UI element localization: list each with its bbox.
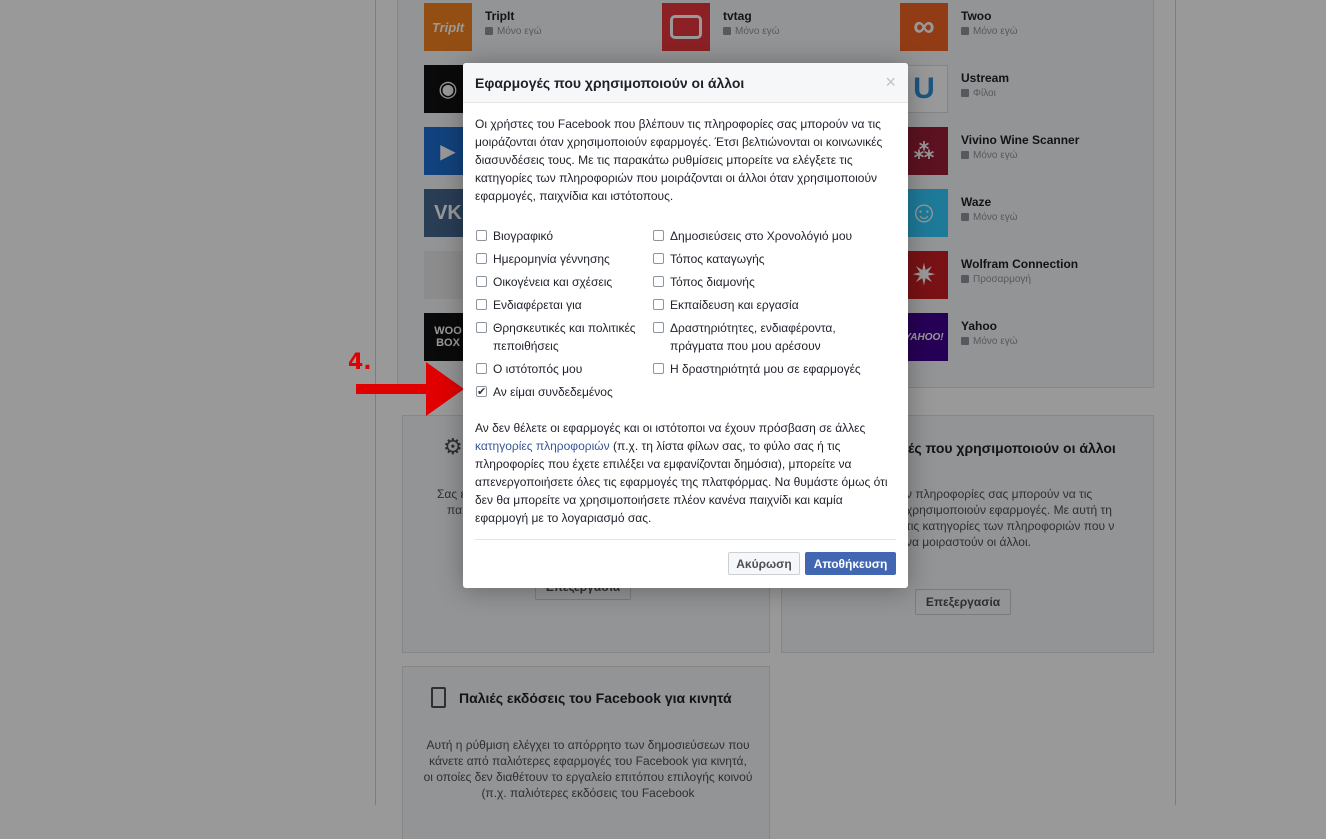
checkbox[interactable] [476,253,487,264]
close-icon[interactable]: × [885,72,896,93]
dialog-title: Εφαρμογές που χρησιμοποιούν οι άλλοι [475,75,745,91]
checkbox-label: Ενδιαφέρεται για [493,298,582,312]
save-button[interactable]: Αποθήκευση [805,552,896,575]
checkbox-label: Ο ιστότοπός μου [493,362,583,376]
checkbox[interactable] [476,322,487,333]
checkbox-label: Δραστηριότητες, ενδιαφέροντα, πράγματα π… [670,321,836,353]
dialog-header: Εφαρμογές που χρησιμοποιούν οι άλλοι × [463,63,908,103]
checkbox-label: Η δραστηριότητά μου σε εφαρμογές [670,362,861,376]
checkbox-label: Βιογραφικό [493,229,554,243]
dialog-intro: Οι χρήστες του Facebook που βλέπουν τις … [475,117,883,203]
info-categories-link[interactable]: κατηγορίες πληροφοριών [475,439,610,453]
checkbox[interactable] [476,383,487,401]
checkbox[interactable] [653,253,664,264]
checkbox[interactable] [653,299,664,310]
checkbox-label: Τόπος καταγωγής [670,252,765,266]
checkbox[interactable] [476,230,487,241]
checkbox-label: Οικογένεια και σχέσεις [493,275,613,289]
checkbox-label: Θρησκευτικές και πολιτικές πεποιθήσεις [493,321,636,353]
checkbox[interactable] [653,230,664,241]
apps-others-use-dialog: Εφαρμογές που χρησιμοποιούν οι άλλοι × Ο… [463,63,908,588]
dialog-divider [475,539,896,540]
checkbox-label: Δημοσιεύσεις στο Χρονολόγιό μου [670,229,853,243]
cancel-button[interactable]: Ακύρωση [728,552,800,575]
checkbox[interactable] [476,363,487,374]
checkbox-label: Αν είμαι συνδεδεμένος [493,385,613,399]
checkbox[interactable] [476,299,487,310]
red-arrow-annotation [356,362,464,416]
dialog-note: Αν δεν θέλετε οι εφαρμογές και οι ιστότο… [475,421,888,525]
checkbox-label: Εκπαίδευση και εργασία [670,298,799,312]
checkbox[interactable] [653,276,664,287]
checkbox-label: Ημερομηνία γέννησης [493,252,610,266]
checkbox[interactable] [653,363,664,374]
checkbox-label: Τόπος διαμονής [670,275,755,289]
checkbox[interactable] [653,322,664,333]
checkbox[interactable] [476,276,487,287]
